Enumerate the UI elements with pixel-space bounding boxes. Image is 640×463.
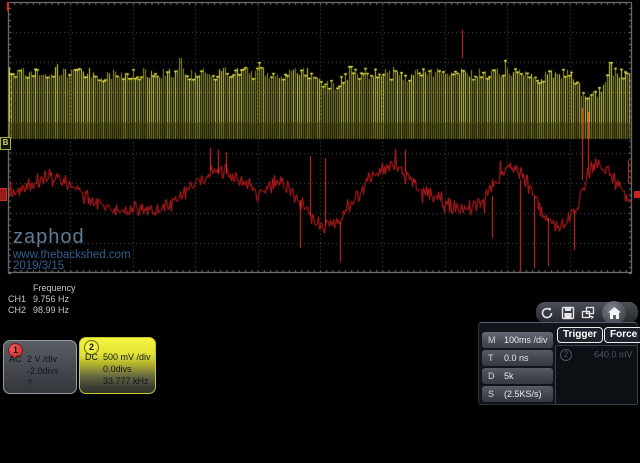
trigger-level-value: 640.0 mV bbox=[594, 349, 633, 359]
trigger-delay-row[interactable]: T 0.0 ns bbox=[482, 350, 553, 366]
ch1-offset: -2.0divs bbox=[27, 366, 59, 376]
ch2-label: CH2 bbox=[8, 305, 26, 315]
rate-label: S bbox=[488, 389, 494, 399]
record-depth-row[interactable]: D 5k bbox=[482, 368, 553, 384]
oscilloscope-screen: B zaphod www.thebackshed.com 2019/3/15 F… bbox=[0, 0, 640, 463]
depth-label: D bbox=[488, 371, 495, 381]
trigger-source-icon: 2 bbox=[560, 349, 572, 361]
trigger-info-box: 2 640.0 mV bbox=[555, 345, 638, 405]
save-icon[interactable] bbox=[559, 304, 576, 321]
timebase-value: 100ms /div bbox=[504, 335, 548, 345]
user-label: zaphod bbox=[13, 226, 85, 249]
acquisition-panel: M 100ms /div T 0.0 ns D 5k S (2.5KS/s) T… bbox=[478, 322, 638, 405]
trigger-source-level: 2 640.0 mV bbox=[560, 349, 633, 361]
ch2-coupling: DC bbox=[85, 352, 98, 362]
delay-label: T bbox=[488, 353, 494, 363]
ch2-position-marker[interactable] bbox=[0, 188, 7, 201]
channel-1-settings[interactable]: 1 AC 2 V /div -2.0divs ? bbox=[3, 340, 77, 394]
refresh-icon[interactable] bbox=[538, 304, 555, 321]
frequency-header: Frequency bbox=[33, 283, 76, 293]
ch1-extra: ? bbox=[27, 378, 32, 388]
ch1-coupling: AC bbox=[9, 354, 22, 364]
timebase-row[interactable]: M 100ms /div bbox=[482, 332, 553, 348]
trigger-b-marker[interactable]: B bbox=[0, 137, 11, 150]
home-icon[interactable] bbox=[602, 301, 626, 325]
ch2-extra: 33.777 kHz bbox=[103, 376, 149, 386]
ch2-offset: 0.0divs bbox=[103, 364, 132, 374]
timebase-label: M bbox=[488, 335, 496, 345]
ch1-label: CH1 bbox=[8, 294, 26, 304]
trigger-level-marker[interactable] bbox=[634, 191, 640, 198]
screenshot-icon[interactable] bbox=[580, 304, 597, 321]
date-label: 2019/3/15 bbox=[13, 260, 64, 272]
toolbar bbox=[536, 302, 638, 323]
channel-2-settings[interactable]: 2 DC 500 mV /div 0.0divs 33.777 kHz bbox=[79, 337, 156, 394]
rate-value: (2.5KS/s) bbox=[504, 389, 542, 399]
depth-value: 5k bbox=[504, 371, 514, 381]
ch1-scale: 2 V /div bbox=[27, 354, 57, 364]
ch1-frequency-value: 9.756 Hz bbox=[33, 294, 69, 304]
ch2-frequency-value: 98.99 Hz bbox=[33, 305, 69, 315]
trigger-button[interactable]: Trigger bbox=[557, 327, 603, 343]
delay-value: 0.0 ns bbox=[504, 353, 529, 363]
sample-rate-row[interactable]: S (2.5KS/s) bbox=[482, 386, 553, 402]
ch2-scale: 500 mV /div bbox=[103, 352, 151, 362]
force-button[interactable]: Force bbox=[604, 327, 640, 343]
